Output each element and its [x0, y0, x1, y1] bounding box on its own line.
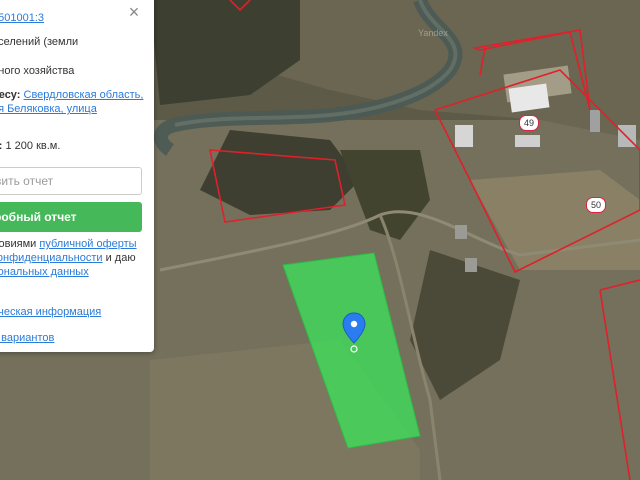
map-watermark: Yandex: [418, 28, 448, 38]
area-value: 1 200 кв.м.: [5, 140, 61, 152]
privacy-policy-link[interactable]: конфиденциальности: [0, 252, 103, 264]
public-offer-link[interactable]: публичной оферты: [39, 238, 136, 250]
close-icon[interactable]: ×: [124, 2, 144, 22]
area-label: ь:: [0, 140, 2, 152]
land-use: бного хозяйства: [0, 65, 75, 77]
order-report-button[interactable]: робный отчет: [0, 202, 142, 232]
address-link-line1[interactable]: Свердловская область,: [24, 89, 144, 101]
land-category: оселений (земли: [0, 36, 79, 48]
parcel-info-panel: × 4501001:3 оселений (земли бного хозяйс…: [0, 0, 154, 352]
personal-data-link[interactable]: сональных данных: [0, 266, 89, 278]
address-label: ресу:: [0, 89, 21, 101]
options-link[interactable]: р вариантов: [0, 332, 54, 344]
consent-text: и даю: [105, 252, 136, 264]
terms-text: ловиями: [0, 238, 37, 250]
parcel-label-50: 50: [586, 197, 606, 213]
address-link-line2[interactable]: ня Беляковка, улица: [0, 103, 97, 115]
parcel-label-49: 49: [519, 115, 539, 131]
cadastral-info-link[interactable]: ическая информация: [0, 306, 101, 318]
email-input[interactable]: вить отчет: [0, 167, 142, 195]
cadastral-number-link[interactable]: 4501001:3: [0, 12, 44, 24]
